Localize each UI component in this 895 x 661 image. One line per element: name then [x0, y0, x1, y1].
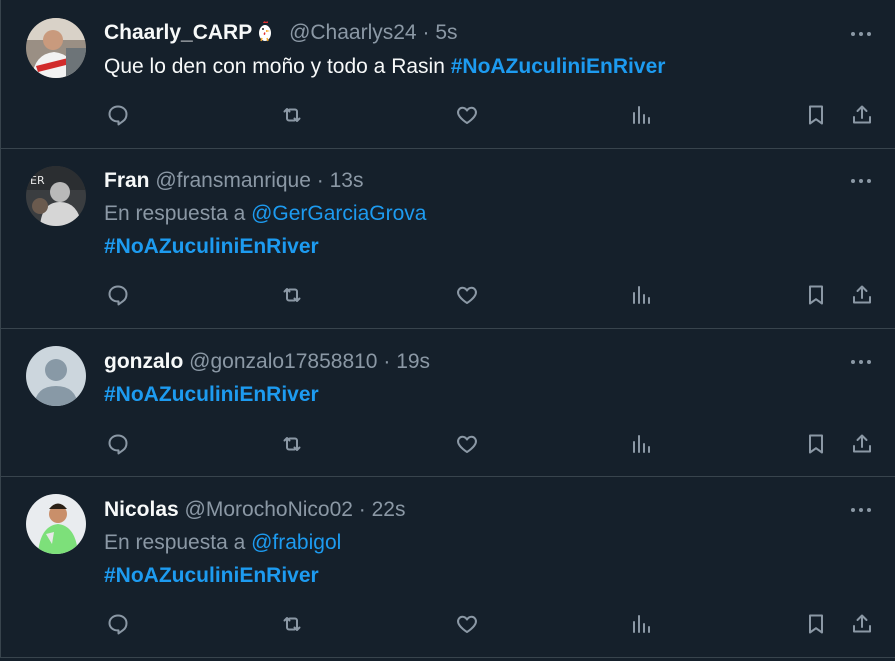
heart-icon[interactable] [453, 282, 481, 308]
tweet-actions [104, 282, 876, 308]
mention-link[interactable]: @GerGarciaGrova [251, 202, 426, 225]
user-handle[interactable]: @gonzalo17858810 [189, 350, 377, 373]
separator-dot: · [383, 350, 391, 373]
tweet-text: #NoAZuculiniEnRiver [104, 233, 319, 261]
avatar[interactable] [26, 346, 86, 406]
hashtag-link[interactable]: #NoAZuculiniEnRiver [451, 55, 666, 78]
reply-label: En respuesta a [104, 531, 252, 554]
reply-icon[interactable] [104, 431, 132, 457]
more-icon[interactable] [849, 498, 873, 522]
retweet-icon[interactable] [278, 282, 306, 308]
separator-dot: · [316, 169, 324, 192]
tweet-actions [104, 611, 876, 637]
hashtag-link[interactable]: #NoAZuculiniEnRiver [104, 383, 319, 406]
separator-dot: · [358, 498, 366, 521]
reply-context: En respuesta a @GerGarciaGrova [104, 200, 426, 228]
share-icon[interactable] [848, 431, 876, 457]
heart-icon[interactable] [453, 102, 481, 128]
avatar[interactable] [26, 18, 86, 78]
retweet-icon[interactable] [278, 431, 306, 457]
svg-text:ER: ER [30, 174, 45, 187]
user-handle[interactable]: @fransmanrique [155, 169, 311, 192]
more-icon[interactable] [849, 22, 873, 46]
tweet-4[interactable]: Nicolas @MorochoNico02 · 22s En respuest… [0, 477, 895, 658]
share-icon[interactable] [848, 282, 876, 308]
bookmark-icon[interactable] [802, 611, 830, 637]
timestamp[interactable]: 19s [396, 350, 430, 373]
share-icon[interactable] [848, 102, 876, 128]
tweet-header: Nicolas @MorochoNico02 · 22s [104, 497, 405, 523]
bookmark-icon[interactable] [802, 102, 830, 128]
tweet-2[interactable]: ER Fran @fransmanrique · 13s En respuest… [0, 149, 895, 329]
share-icon[interactable] [848, 611, 876, 637]
more-icon[interactable] [849, 169, 873, 193]
retweet-icon[interactable] [278, 102, 306, 128]
tweet-3[interactable]: gonzalo @gonzalo17858810 · 19s #NoAZucul… [0, 329, 895, 477]
reply-label: En respuesta a [104, 202, 252, 225]
analytics-icon[interactable] [627, 282, 655, 308]
bookmark-icon[interactable] [802, 282, 830, 308]
mention-link[interactable]: @frabigol [251, 531, 341, 554]
tweet-actions [104, 431, 876, 457]
tweet-text: #NoAZuculiniEnRiver [104, 562, 319, 590]
heart-icon[interactable] [453, 611, 481, 637]
reply-icon[interactable] [104, 102, 132, 128]
tweet-header: Chaarly_CARP @Chaarlys24 · 5s [104, 20, 458, 46]
reply-context: En respuesta a @frabigol [104, 529, 341, 557]
avatar[interactable] [26, 494, 86, 554]
separator-dot: · [422, 21, 430, 44]
chicken-icon [259, 21, 272, 42]
analytics-icon[interactable] [627, 431, 655, 457]
tweet-text: #NoAZuculiniEnRiver [104, 381, 319, 409]
hashtag-link[interactable]: #NoAZuculiniEnRiver [104, 564, 319, 587]
timestamp[interactable]: 5s [435, 21, 457, 44]
tweet-actions [104, 102, 876, 128]
bookmark-icon[interactable] [802, 431, 830, 457]
display-name[interactable]: gonzalo [104, 350, 183, 373]
analytics-icon[interactable] [627, 102, 655, 128]
reply-icon[interactable] [104, 611, 132, 637]
display-name[interactable]: Fran [104, 169, 150, 192]
timestamp[interactable]: 22s [372, 498, 406, 521]
more-icon[interactable] [849, 350, 873, 374]
tweet-1[interactable]: Chaarly_CARP @Chaarlys24 · 5s Que lo den… [0, 0, 895, 149]
user-handle[interactable]: @Chaarlys24 [289, 21, 417, 44]
timeline-feed: Chaarly_CARP @Chaarlys24 · 5s Que lo den… [0, 0, 895, 661]
analytics-icon[interactable] [627, 611, 655, 637]
retweet-icon[interactable] [278, 611, 306, 637]
tweet-text-body: Que lo den con moño y todo a Rasin [104, 55, 451, 78]
display-name[interactable]: Nicolas [104, 498, 179, 521]
heart-icon[interactable] [453, 431, 481, 457]
tweet-header: gonzalo @gonzalo17858810 · 19s [104, 349, 430, 375]
reply-icon[interactable] [104, 282, 132, 308]
display-name[interactable]: Chaarly_CARP [104, 21, 252, 44]
user-handle[interactable]: @MorochoNico02 [185, 498, 353, 521]
avatar[interactable]: ER [26, 166, 86, 226]
hashtag-link[interactable]: #NoAZuculiniEnRiver [104, 235, 319, 258]
tweet-header: Fran @fransmanrique · 13s [104, 168, 363, 194]
tweet-text: Que lo den con moño y todo a Rasin #NoAZ… [104, 53, 665, 81]
timestamp[interactable]: 13s [330, 169, 364, 192]
